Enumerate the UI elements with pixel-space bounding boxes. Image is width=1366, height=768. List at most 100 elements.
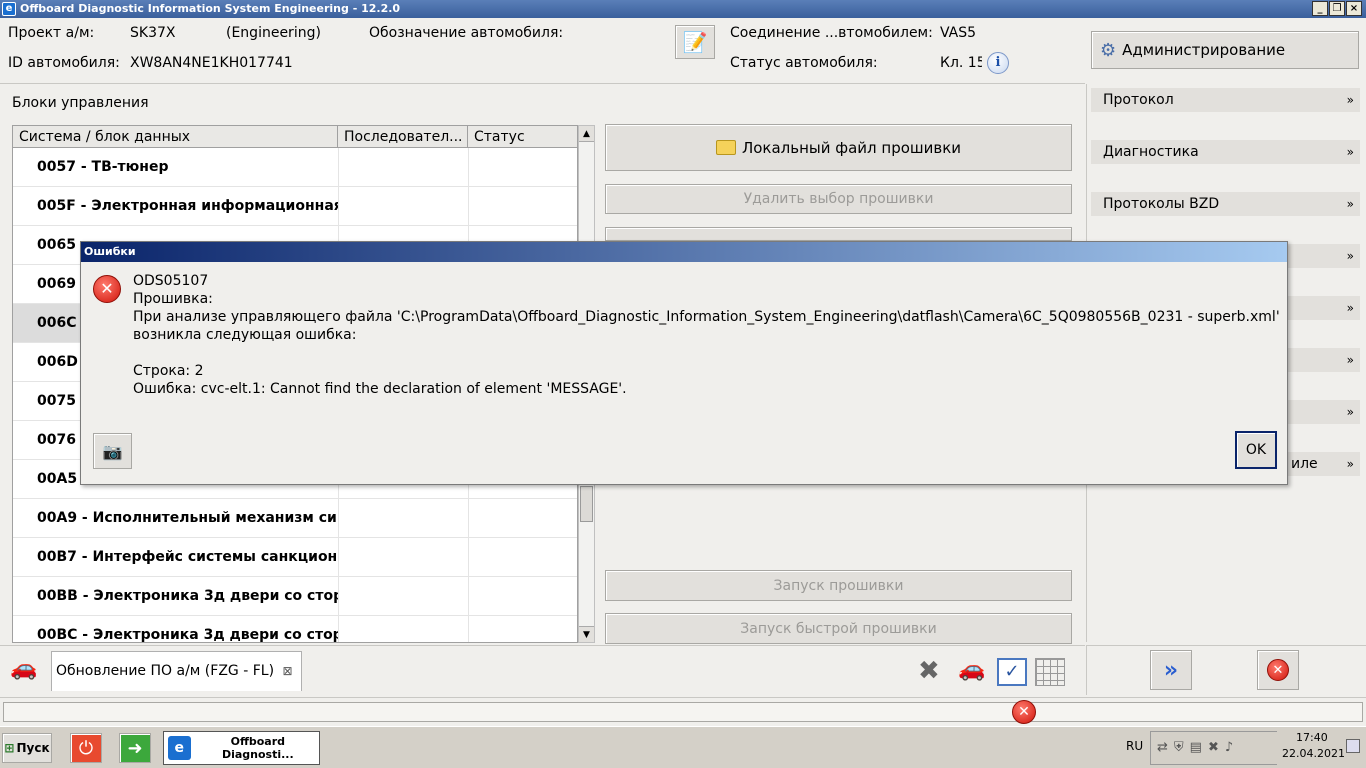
start-flash-button[interactable]: Запуск прошивки <box>605 570 1072 601</box>
table-row[interactable]: 005F - Электронная информационная <box>13 187 577 226</box>
shield-icon[interactable]: ⛨ <box>1174 740 1190 755</box>
system-tray: ⇄⛨▤✖♪ <box>1150 731 1277 765</box>
show-desktop-icon[interactable] <box>1346 739 1360 753</box>
network-warning-icon[interactable]: ✖ <box>1208 740 1225 755</box>
navigation-controls <box>1086 645 1366 695</box>
error-code: ODS05107 <box>133 273 209 289</box>
administration-button[interactable]: ⚙ Администрирование <box>1091 31 1359 69</box>
ok-button[interactable]: OK <box>1235 431 1277 469</box>
window-title: Offboard Diagnostic Information System E… <box>20 2 401 15</box>
scroll-thumb[interactable] <box>580 486 593 522</box>
edit-notes-button[interactable]: 📝 <box>675 25 715 59</box>
hidden-flash-button[interactable] <box>605 227 1072 241</box>
folder-icon <box>715 140 736 155</box>
column-divider <box>468 577 469 616</box>
forward-button[interactable]: » <box>1150 650 1192 690</box>
windows-logo-icon: ⊞ <box>4 741 15 755</box>
error-line-3: возникла следующая ошибка: <box>133 327 357 343</box>
column-header-status[interactable]: Статус <box>468 126 577 148</box>
taskbar-app-odis[interactable]: e Offboard Diagnosti... <box>163 731 320 765</box>
error-circle-icon: ✕ <box>1267 659 1289 681</box>
disconnect-icon[interactable]: ✖ <box>918 656 940 686</box>
column-divider <box>338 187 339 226</box>
table-row[interactable]: 0057 - ТВ-тюнер <box>13 148 577 187</box>
restore-button[interactable]: ❐ <box>1329 1 1345 16</box>
chevron-down-icon: » <box>1346 197 1354 211</box>
odis-logo-icon: e <box>2 2 16 16</box>
vin-label: ID автомобиля: <box>8 55 120 71</box>
right-item-diagnostics[interactable]: Диагностика» <box>1091 140 1360 164</box>
grid-icon[interactable] <box>1035 658 1065 686</box>
chevron-down-icon: » <box>1346 301 1354 315</box>
table-row[interactable]: 00BC - Электроника 3д двери со стор <box>13 616 577 643</box>
odis-logo-icon: e <box>168 736 191 760</box>
row-system-name: 0057 - ТВ-тюнер <box>37 159 169 175</box>
start-fast-flash-button[interactable]: Запуск быстрой прошивки <box>605 613 1072 644</box>
table-header: Система / блок данных Последовател... Ст… <box>13 126 577 148</box>
connection-label: Соединение ...втомобилем: <box>730 25 933 41</box>
power-icon[interactable]: ⏻ <box>70 733 102 763</box>
language-indicator[interactable]: RU <box>1126 739 1143 753</box>
error-line-4: Строка: 2 <box>133 363 204 379</box>
right-item-protocol[interactable]: Протокол» <box>1091 88 1360 112</box>
scroll-up-arrow-icon[interactable]: ▲ <box>579 126 594 142</box>
info-icon[interactable]: i <box>987 52 1009 74</box>
car-icon[interactable]: 🚗 <box>10 656 37 681</box>
gear-icon: ⚙ <box>1100 39 1117 61</box>
table-row[interactable]: 00A9 - Исполнительный механизм си <box>13 499 577 538</box>
error-status-icon[interactable]: ✕ <box>1012 700 1036 724</box>
scroll-down-arrow-icon[interactable]: ▼ <box>579 626 594 642</box>
dialog-title: Ошибки <box>81 242 1287 262</box>
project-value: SK37X <box>130 25 176 41</box>
clock-date[interactable]: 22.04.2021 <box>1282 747 1345 760</box>
vehicle-icon[interactable]: 🚗 <box>958 657 985 682</box>
project-label: Проект а/м: <box>8 25 95 41</box>
chevron-down-icon: » <box>1346 93 1354 107</box>
screenshot-button[interactable]: 📷 <box>93 433 132 469</box>
column-header-system[interactable]: Система / блок данных <box>13 126 338 148</box>
delete-flash-selection-button[interactable]: Удалить выбор прошивки <box>605 184 1072 214</box>
taskbar: ⊞ Пуск ⏻ ➜ e Offboard Diagnosti... RU ⇄⛨… <box>0 726 1366 768</box>
row-system-name: 00A9 - Исполнительный механизм си <box>37 510 337 526</box>
vehicle-info-header: Проект а/м: SK37X (Engineering) Обозначе… <box>0 18 1085 84</box>
table-row[interactable]: 00BB - Электроника 3д двери со стор <box>13 577 577 616</box>
column-divider <box>468 616 469 642</box>
double-chevron-right-icon: » <box>1163 657 1179 683</box>
chevron-down-icon: » <box>1346 405 1354 419</box>
network-icon[interactable]: ⇄ <box>1157 740 1174 755</box>
column-header-sequence[interactable]: Последовател... <box>338 126 468 148</box>
right-item-bzd[interactable]: Протоколы BZD» <box>1091 192 1360 216</box>
status-field <box>3 702 1363 722</box>
error-circle-icon: ✕ <box>93 275 121 303</box>
volume-icon[interactable]: ♪ <box>1225 740 1239 755</box>
table-row[interactable]: 00B7 - Интерфейс системы санкционі <box>13 538 577 577</box>
designation-label: Обозначение автомобиля: <box>369 25 564 41</box>
bottom-toolbar: 🚗 Обновление ПО а/м (FZG - FL) ⊠ ✖ 🚗 ✓ <box>0 645 1085 695</box>
close-button[interactable]: × <box>1346 1 1362 16</box>
start-button[interactable]: ⊞ Пуск <box>2 733 52 763</box>
tab-software-update[interactable]: Обновление ПО а/м (FZG - FL) ⊠ <box>51 651 302 691</box>
column-divider <box>338 148 339 187</box>
column-divider <box>468 538 469 577</box>
chevron-down-icon: » <box>1346 249 1354 263</box>
column-divider <box>468 148 469 187</box>
device-icon[interactable]: ▤ <box>1190 740 1208 755</box>
status-label: Статус автомобиля: <box>730 55 878 71</box>
chevron-down-icon: » <box>1346 457 1354 471</box>
minimize-button[interactable]: _ <box>1312 1 1328 16</box>
tab-close-icon[interactable]: ⊠ <box>282 664 292 678</box>
arrow-right-icon[interactable]: ➜ <box>119 733 151 763</box>
error-line-1: Прошивка: <box>133 291 213 307</box>
local-flash-file-button[interactable]: Локальный файл прошивки <box>605 124 1072 171</box>
project-mode: (Engineering) <box>226 25 321 41</box>
cancel-button[interactable]: ✕ <box>1257 650 1299 690</box>
checklist-icon[interactable]: ✓ <box>997 658 1027 686</box>
column-divider <box>338 499 339 538</box>
row-system-name: 00B7 - Интерфейс системы санкционі <box>37 549 338 565</box>
clock-time[interactable]: 17:40 <box>1296 731 1328 744</box>
row-system-name: 00BC - Электроника 3д двери со стор <box>37 627 338 643</box>
status-value: Кл. 15 <box>940 55 982 71</box>
column-divider <box>468 499 469 538</box>
column-divider <box>338 616 339 642</box>
control-units-title: Блоки управления <box>12 95 149 111</box>
